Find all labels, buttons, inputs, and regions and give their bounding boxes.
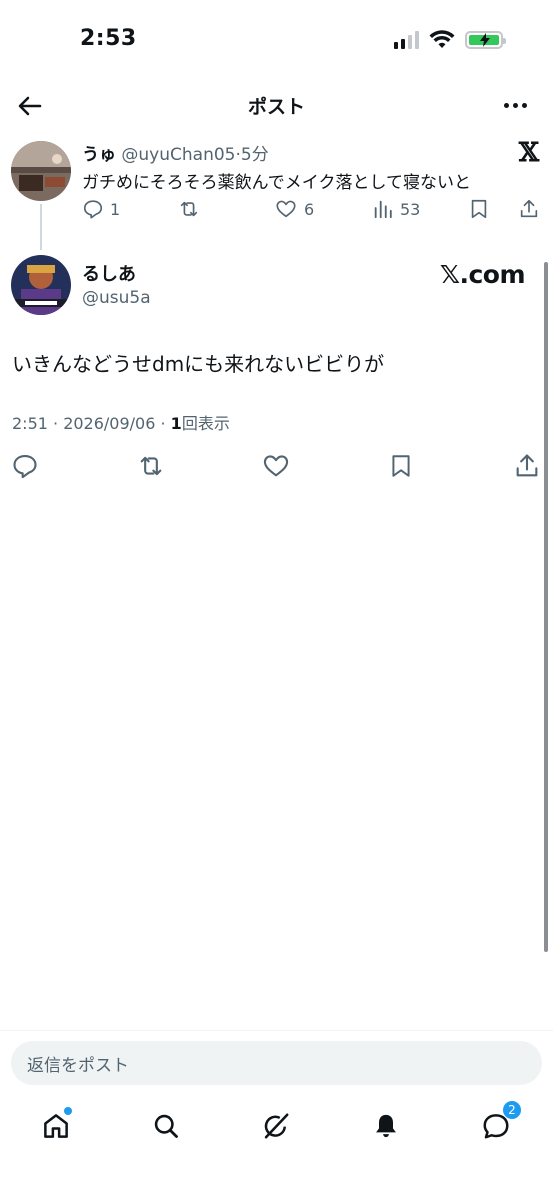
reply-button[interactable] (11, 452, 39, 484)
bookmark-icon (392, 455, 410, 477)
bookmark-button[interactable] (388, 452, 414, 484)
reply-icon (13, 455, 37, 479)
share-button[interactable] (518, 198, 540, 220)
main-post-header: るしあ @usu5a 𝕏.com (0, 252, 553, 322)
bookmark-button[interactable] (468, 198, 490, 220)
search-icon (154, 1114, 178, 1138)
repost-icon (180, 201, 198, 217)
tab-search[interactable] (146, 1106, 186, 1146)
divider (0, 1030, 553, 1031)
grok-icon (264, 1113, 289, 1139)
author-name[interactable]: うゅ (82, 145, 116, 165)
repost-button[interactable] (177, 198, 201, 220)
more-icon[interactable] (504, 94, 527, 116)
notification-dot (64, 1107, 72, 1115)
post-time: 5分 (240, 145, 269, 165)
parent-post[interactable]: うゅ @uyuChan05·5分 𝕏 ガチめにそろそろ薬飲んでメイク落として寝な… (0, 138, 553, 250)
tab-grok[interactable] (256, 1106, 296, 1146)
view-label: 回表示 (181, 414, 230, 433)
avatar[interactable] (11, 141, 71, 201)
parent-post-header: うゅ @uyuChan05·5分 (82, 140, 269, 165)
repost-icon (140, 456, 162, 476)
battery-icon (465, 31, 506, 49)
share-icon (520, 199, 538, 218)
author-handle[interactable]: @uyuChan05 (121, 145, 235, 165)
post-actions (0, 448, 553, 488)
page-title: ポスト (247, 96, 305, 118)
tab-notifications[interactable] (366, 1106, 406, 1146)
home-icon (44, 1114, 68, 1138)
reply-input[interactable]: 返信をポスト (11, 1041, 542, 1085)
thread-line (40, 204, 42, 250)
scrollbar[interactable] (544, 262, 548, 952)
repost-button[interactable] (136, 452, 166, 484)
bookmark-icon (471, 199, 487, 219)
top-navigation: ポスト (0, 80, 553, 132)
view-count: 1 (170, 414, 182, 433)
status-icons (394, 30, 506, 50)
reply-count: 1 (110, 199, 121, 219)
reply-icon (83, 200, 103, 219)
like-icon (263, 455, 289, 477)
wifi-icon (429, 30, 455, 48)
tab-home[interactable] (36, 1106, 76, 1146)
post-timestamp: 2:51 · 2026/09/06 · (12, 414, 171, 433)
like-count: 6 (304, 199, 315, 219)
avatar[interactable] (11, 255, 71, 315)
messages-badge: 2 (502, 1100, 522, 1120)
post-metadata: 2:51 · 2026/09/06 · 1回表示 (12, 410, 230, 434)
author-name[interactable]: るしあ (82, 260, 136, 286)
bell-icon (376, 1114, 396, 1138)
source-logo: 𝕏.com (439, 260, 526, 289)
reply-button[interactable]: 1 (82, 198, 120, 220)
status-time: 2:53 (80, 26, 137, 51)
post-text: いきんなどうせdmにも来れないビビりが (12, 352, 385, 376)
post-text: ガチめにそろそろ薬飲んでメイク落として寝ないと (82, 173, 471, 193)
like-button[interactable] (262, 452, 290, 484)
like-button[interactable]: 6 (274, 198, 314, 220)
views-button[interactable]: 53 (372, 198, 420, 220)
reply-placeholder: 返信をポスト (27, 1055, 129, 1076)
share-icon (516, 454, 538, 477)
author-handle[interactable]: @usu5a (82, 288, 151, 308)
bottom-tab-bar: 2 (0, 1098, 553, 1158)
signal-icon (394, 31, 419, 49)
post-actions: 1 6 53 (82, 198, 542, 228)
views-icon (374, 200, 392, 219)
like-icon (276, 200, 296, 218)
tab-messages[interactable]: 2 (476, 1100, 522, 1146)
x-logo: 𝕏 (518, 138, 539, 168)
share-button[interactable] (513, 452, 541, 484)
status-bar: 2:53 (0, 0, 553, 80)
views-count: 53 (400, 199, 421, 219)
